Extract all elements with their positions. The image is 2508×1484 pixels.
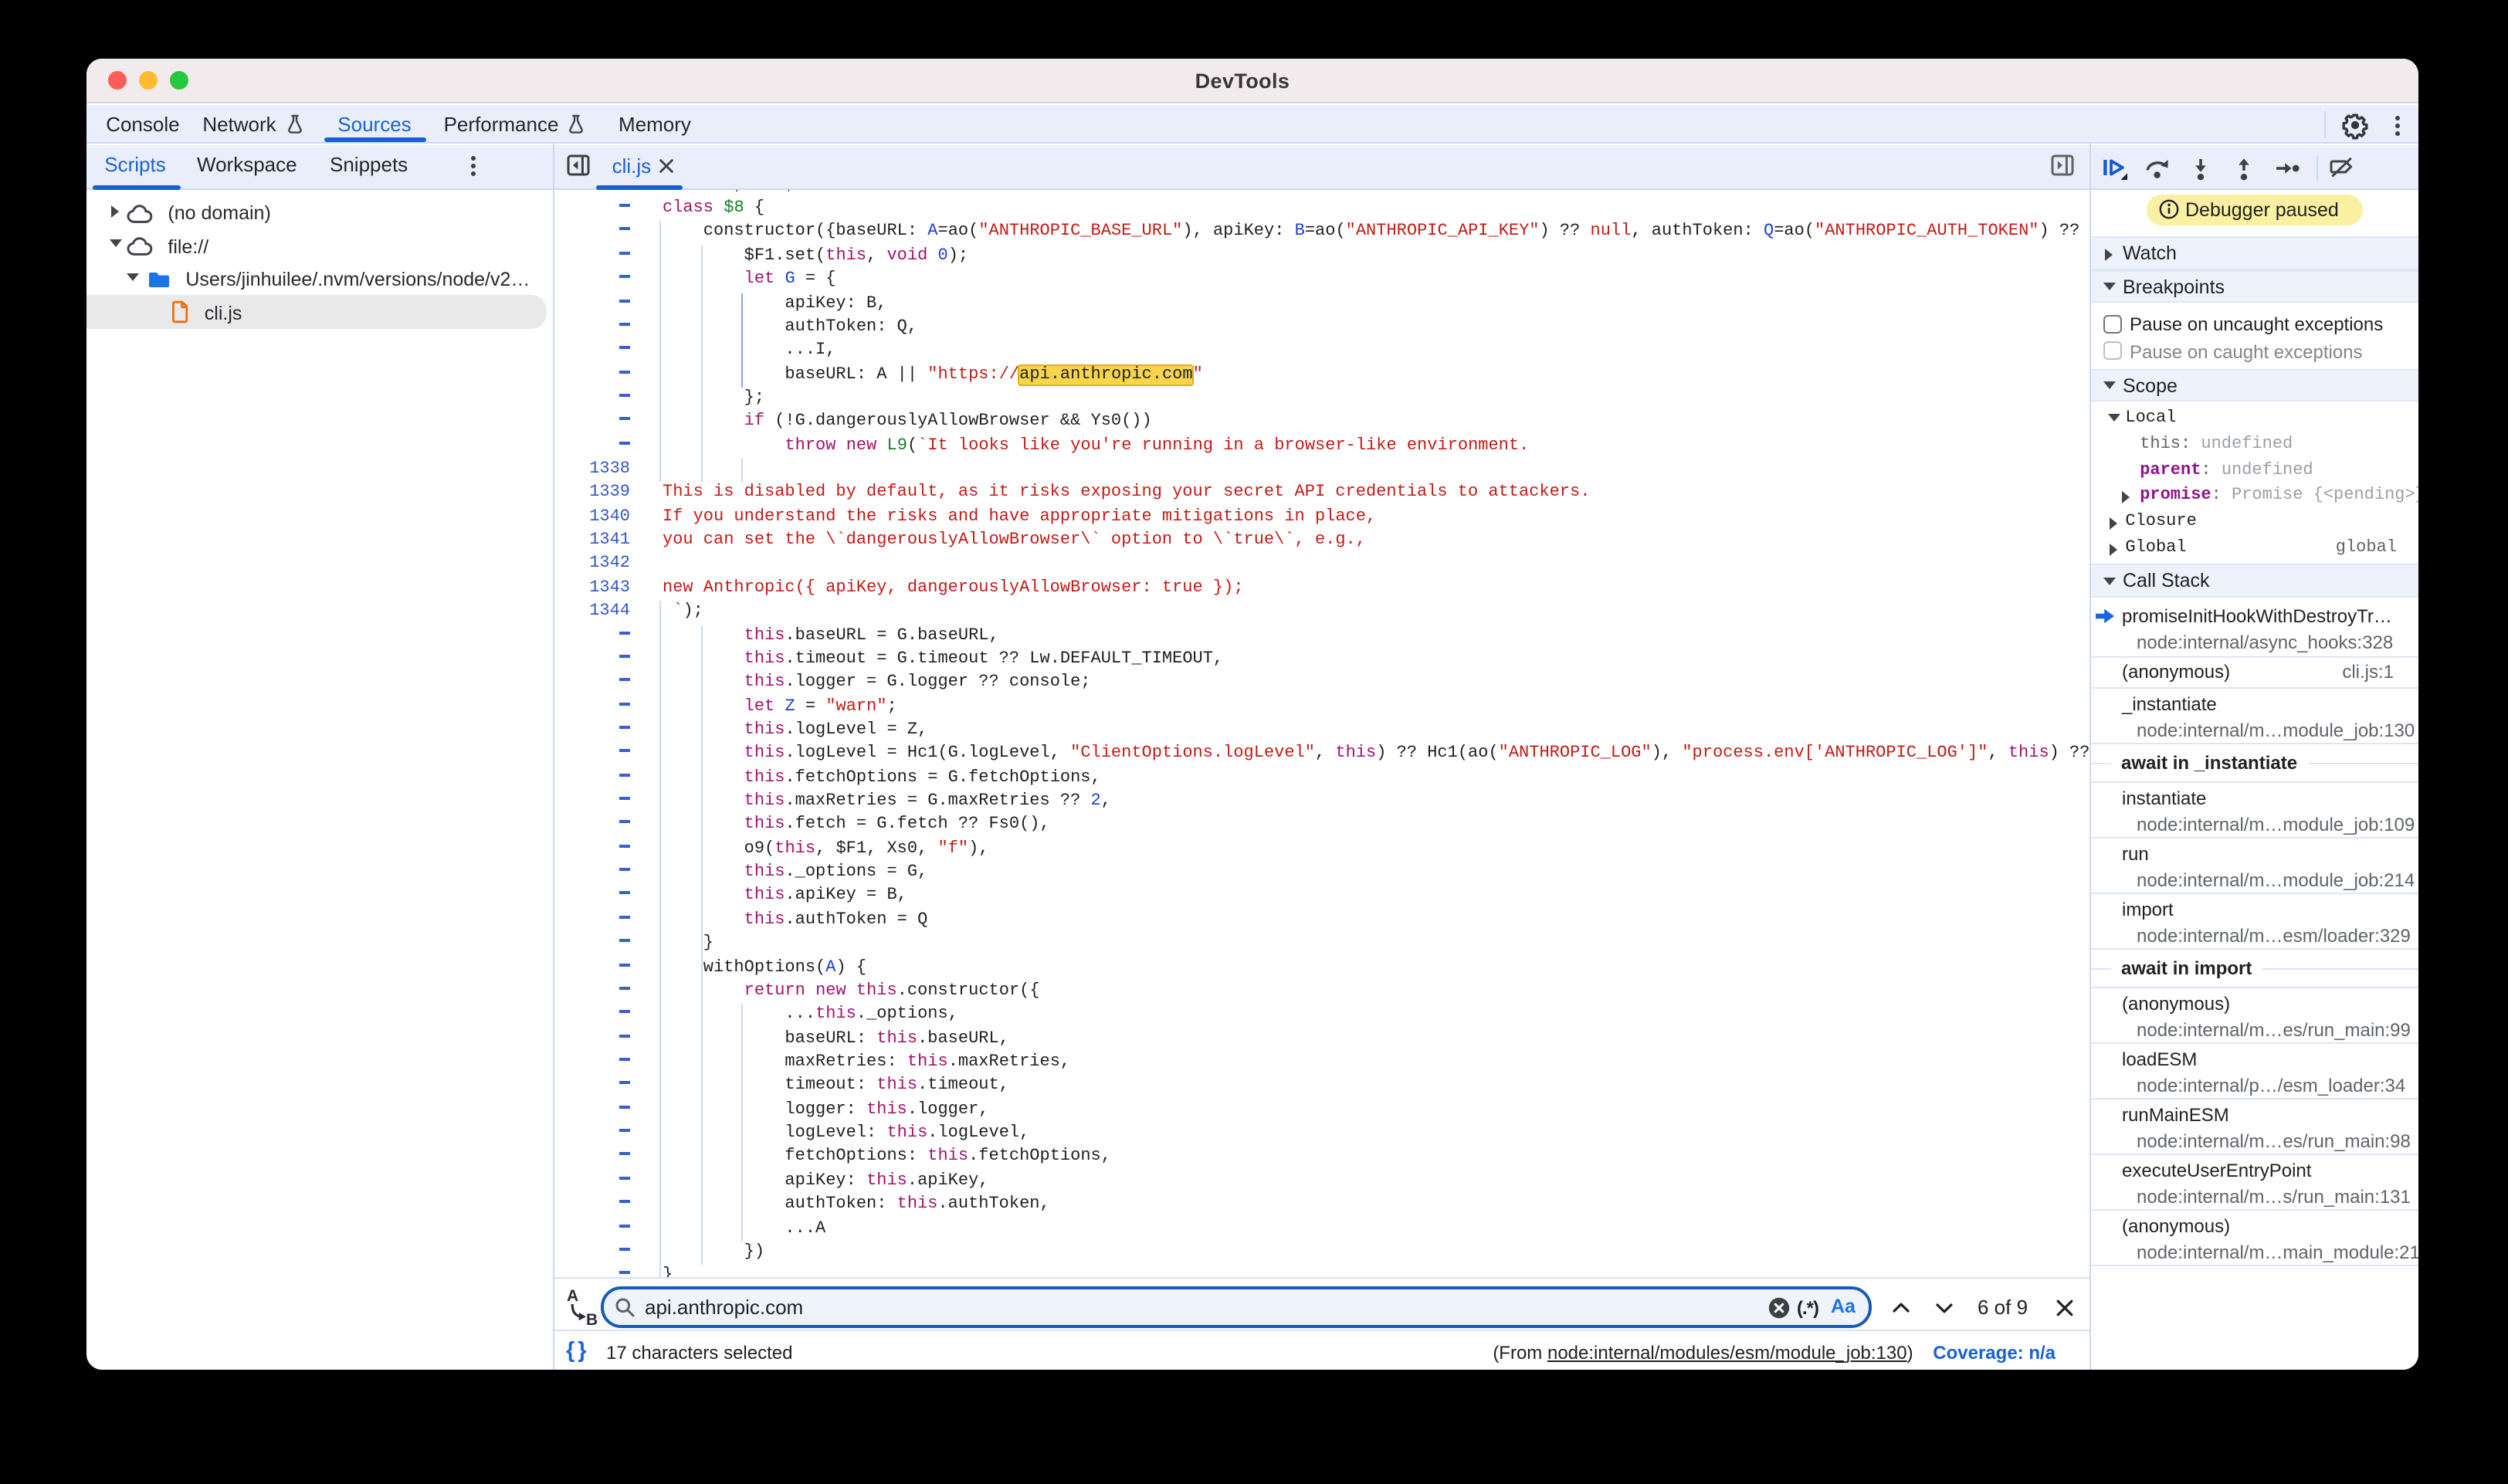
svg-text:A: A — [566, 1286, 578, 1304]
svg-text:B: B — [585, 1310, 597, 1328]
